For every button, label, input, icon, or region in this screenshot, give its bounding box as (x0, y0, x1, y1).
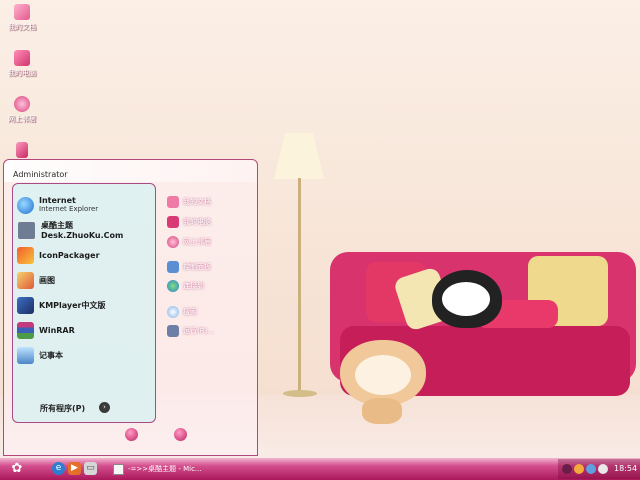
program-iconpackager[interactable]: IconPackager (17, 245, 155, 265)
desktop-icon-network[interactable]: 网上邻居 (4, 96, 40, 124)
program-notepad[interactable]: 记事本 (17, 345, 155, 365)
folder-icon (14, 4, 30, 20)
program-title: IconPackager (39, 250, 100, 260)
desktop-icon-label: 网上邻居 (8, 115, 36, 123)
notepad-icon (17, 346, 34, 364)
taskbar-window-label: -=>>桌酷主题 - Mic... (128, 465, 202, 473)
media-quicklaunch-icon[interactable]: ▶ (68, 462, 81, 475)
run-icon (167, 325, 179, 337)
start-menu: Administrator Internet Internet Explorer… (3, 159, 258, 456)
control-panel-icon (167, 261, 179, 273)
tray-volume-icon[interactable] (598, 464, 608, 474)
program-zhuoku[interactable]: 桌酷主题Desk.ZhuoKu.Com (17, 220, 155, 240)
start-item-computer[interactable]: 我的电脑 (167, 215, 211, 229)
connect-icon (167, 280, 179, 292)
tray-network-icon[interactable] (586, 464, 596, 474)
all-programs-button[interactable]: 所有程序(P) (40, 403, 85, 414)
start-item-connect[interactable]: 连接到 (167, 279, 204, 293)
network-icon (14, 96, 30, 112)
user-name: Administrator (13, 170, 68, 179)
explorer-quicklaunch-icon[interactable]: ▭ (84, 462, 97, 475)
program-title: 记事本 (39, 350, 63, 360)
iconpackager-icon (17, 246, 34, 264)
desktop-icon-documents[interactable]: 我的文档 (4, 4, 40, 32)
start-item-control-panel[interactable]: 控制面板 (167, 260, 211, 274)
start-item-search[interactable]: 搜索 (167, 305, 197, 319)
wallpaper-doll-body (362, 398, 402, 424)
program-subtitle: Internet Explorer (39, 205, 99, 213)
start-item-label: 控制面板 (183, 263, 211, 271)
start-button[interactable]: ✿ (6, 460, 28, 478)
start-item-documents[interactable]: 我的文档 (167, 195, 211, 209)
program-title: Internet (39, 196, 76, 205)
program-title: 桌酷主题Desk.ZhuoKu.Com (41, 221, 124, 240)
internet-explorer-icon (17, 196, 34, 214)
program-kmplayer[interactable]: KMPlayer中文版 (17, 295, 155, 315)
start-item-label: 搜索 (183, 308, 197, 316)
desktop-icon-recycle[interactable] (4, 142, 40, 160)
start-item-run[interactable]: 运行(R)... (167, 324, 214, 338)
computer-icon (14, 50, 30, 66)
start-item-label: 我的电脑 (183, 218, 211, 226)
zhuoku-icon (17, 220, 36, 240)
arrow-right-icon[interactable]: › (99, 402, 110, 413)
shut-down-button[interactable] (174, 428, 187, 441)
winrar-icon (17, 321, 34, 339)
desktop-icon-label: 我的文档 (8, 23, 36, 31)
paint-icon (17, 271, 34, 289)
documents-icon (167, 196, 179, 208)
clock[interactable]: 18:54 (614, 464, 637, 473)
start-item-label: 连接到 (183, 282, 204, 290)
desktop-icon-computer[interactable]: 我的电脑 (4, 50, 40, 78)
pinned-programs-pane: Internet Internet Explorer 桌酷主题Desk.Zhuo… (12, 183, 156, 423)
network-icon (167, 236, 179, 248)
wallpaper-cat-face (442, 282, 490, 316)
search-icon (167, 306, 179, 318)
taskbar: ✿ e ▶ ▭ -=>>桌酷主题 - Mic... 18:54 (0, 458, 640, 480)
program-paint[interactable]: 画图 (17, 270, 155, 290)
ie-quicklaunch-icon[interactable]: e (52, 462, 65, 475)
tray-app-icon[interactable] (574, 464, 584, 474)
log-off-button[interactable] (125, 428, 138, 441)
program-internet[interactable]: Internet Internet Explorer (17, 195, 155, 215)
start-item-label: 网上邻居 (183, 238, 211, 246)
program-title: KMPlayer中文版 (39, 300, 106, 310)
program-title: 画图 (39, 275, 55, 285)
start-item-network[interactable]: 网上邻居 (167, 235, 211, 249)
desktop: 我的文档 我的电脑 网上邻居 Administrator Internet In… (0, 0, 640, 480)
window-icon (113, 463, 124, 475)
recycle-bin-icon (16, 142, 28, 158)
program-winrar[interactable]: WinRAR (17, 320, 155, 340)
start-item-label: 我的文档 (183, 198, 211, 206)
wallpaper-lamp-pole (298, 178, 301, 394)
program-title: WinRAR (39, 325, 75, 335)
kmplayer-icon (17, 296, 34, 314)
tray-arrow-icon[interactable] (562, 464, 572, 474)
start-item-label: 运行(R)... (183, 327, 215, 335)
wallpaper-lamp (274, 133, 324, 179)
computer-icon (167, 216, 179, 228)
wallpaper-doll-face (355, 355, 411, 395)
wallpaper-lamp-base (283, 390, 317, 397)
desktop-icon-label: 我的电脑 (8, 69, 36, 77)
taskbar-window-button[interactable]: -=>>桌酷主题 - Mic... (113, 461, 207, 477)
